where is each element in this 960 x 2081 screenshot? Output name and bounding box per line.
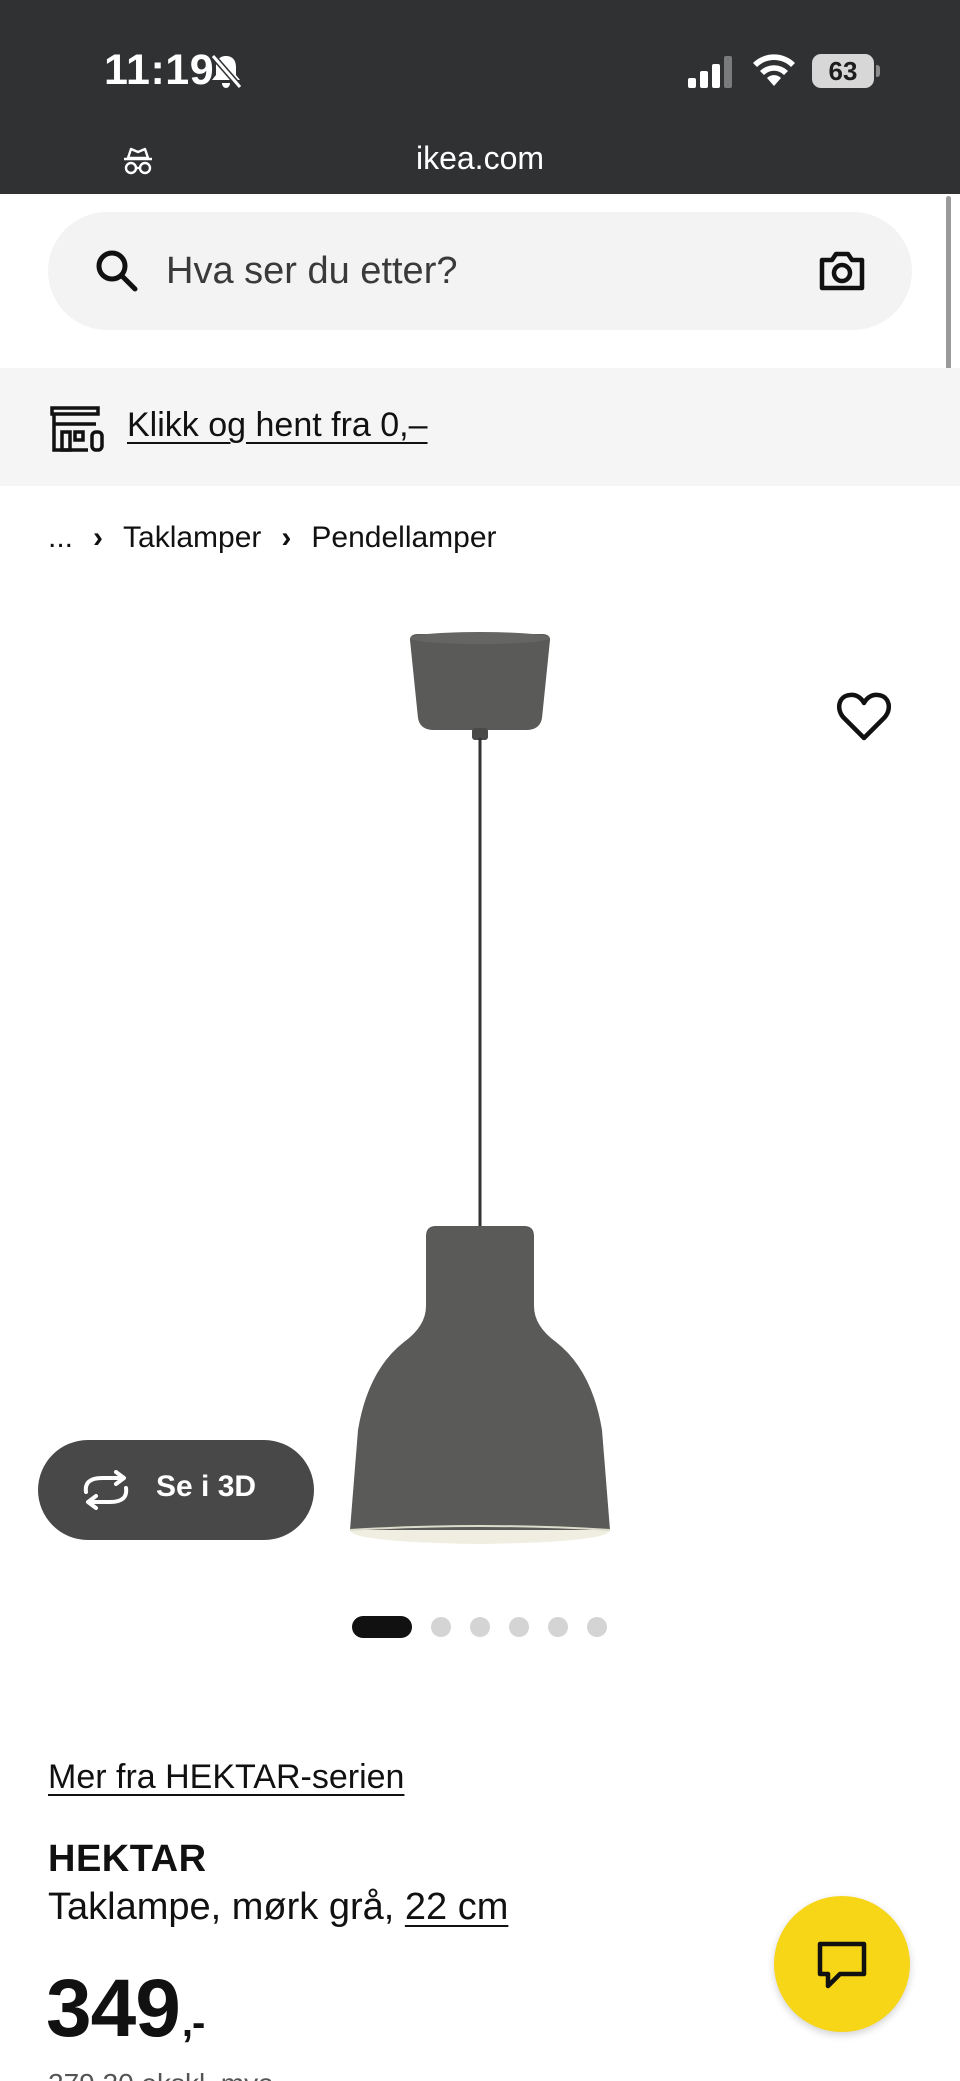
breadcrumb-ellipsis[interactable]: ...: [48, 521, 73, 555]
chat-button[interactable]: [774, 1896, 910, 2032]
store-pickup-icon: [50, 406, 104, 452]
status-bar: 11:19 63 ikea.com: [0, 0, 960, 194]
carousel-dot[interactable]: [509, 1617, 529, 1637]
search-input[interactable]: [166, 236, 786, 306]
product-size-link[interactable]: 22 cm: [405, 1886, 508, 1928]
price-value: 349: [46, 1963, 181, 2054]
chat-bubble-icon: [817, 1941, 867, 1989]
product-name: HEKTAR: [48, 1838, 207, 1880]
carousel-dot-active[interactable]: [352, 1616, 412, 1638]
cellular-signal-icon: [688, 56, 732, 88]
bell-muted-icon: [210, 54, 243, 89]
click-and-collect-banner: Klikk og hent fra 0,–: [0, 368, 960, 486]
battery-indicator: 63: [812, 54, 880, 88]
rotate-3d-icon: [83, 1470, 129, 1510]
breadcrumb-item-taklamper[interactable]: Taklamper: [123, 521, 261, 555]
view-in-3d-label: Se i 3D: [156, 1470, 257, 1503]
click-and-collect-link[interactable]: Klikk og hent fra 0,–: [127, 406, 428, 445]
status-time: 11:19: [104, 46, 215, 94]
battery-level: 63: [828, 56, 858, 86]
wifi-icon: [753, 54, 795, 86]
series-link[interactable]: Mer fra HEKTAR-serien: [48, 1758, 404, 1797]
product-image[interactable]: [330, 630, 630, 1560]
page-scrollbar[interactable]: [946, 196, 951, 380]
price-suffix: ,-: [181, 2001, 205, 2045]
carousel-dot[interactable]: [548, 1617, 568, 1637]
chevron-right-icon: ›: [281, 521, 292, 554]
image-carousel-dots: [352, 1616, 626, 1638]
view-in-3d-button[interactable]: Se i 3D: [38, 1440, 314, 1540]
product-description-text: Taklampe, mørk grå,: [48, 1886, 405, 1928]
product-price: 349,-: [46, 1962, 205, 2056]
search-bar[interactable]: [48, 212, 912, 330]
carousel-dot[interactable]: [470, 1617, 490, 1637]
camera-icon[interactable]: [818, 250, 866, 292]
carousel-dot[interactable]: [431, 1617, 451, 1637]
favorite-heart-icon[interactable]: [836, 690, 892, 742]
address-bar-url[interactable]: ikea.com: [0, 140, 960, 177]
product-description: Taklampe, mørk grå, 22 cm: [48, 1886, 508, 1929]
breadcrumb-item-pendellamper[interactable]: Pendellamper: [311, 521, 496, 555]
breadcrumb: ... › Taklamper › Pendellamper: [48, 518, 497, 558]
carousel-dot[interactable]: [587, 1617, 607, 1637]
search-icon: [96, 250, 138, 292]
chevron-right-icon: ›: [93, 521, 104, 554]
price-excl-vat: 279,20 ekskl. mva: [48, 2068, 274, 2081]
